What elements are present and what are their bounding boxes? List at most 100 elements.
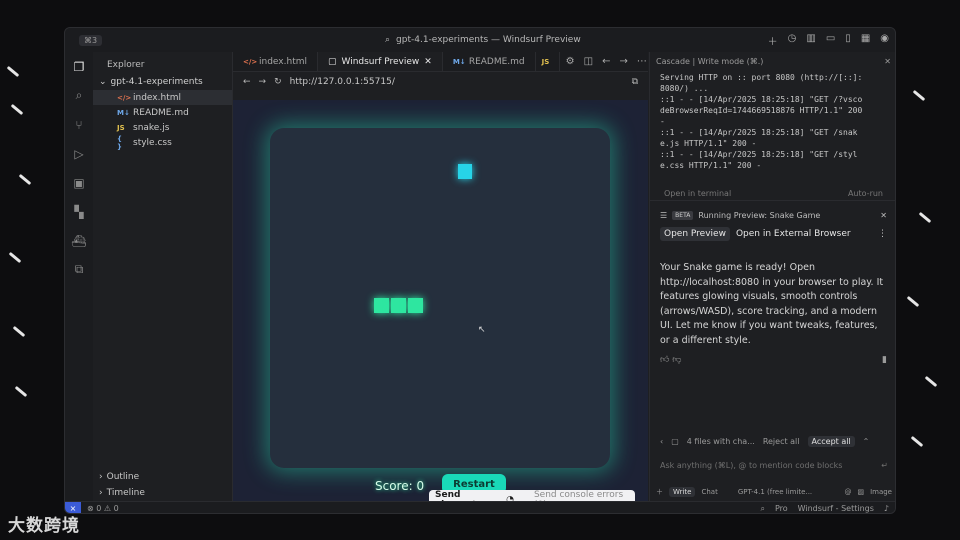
- files-changed[interactable]: 4 files with cha...: [687, 437, 755, 446]
- chat-input[interactable]: Ask anything (⌘L), @ to mention code blo…: [656, 455, 892, 479]
- close-icon[interactable]: ✕: [884, 57, 891, 66]
- command-center[interactable]: ⌕ gpt-4.1-experiments — Windsurf Preview: [385, 35, 581, 45]
- file-item-index[interactable]: </> index.html: [93, 90, 232, 105]
- ide-window: ⌘3 ⌕ gpt-4.1-experiments — Windsurf Prev…: [64, 27, 896, 514]
- activity-bar: ❐ ⌕ ⑂ ▷ ▣ ▚ ⛴ ⧉: [65, 52, 93, 501]
- window-badge: ⌘3: [79, 34, 103, 46]
- mode-chat-button[interactable]: Chat: [701, 488, 717, 496]
- plus-icon[interactable]: ＋: [768, 33, 778, 48]
- decor-dash: [10, 103, 24, 116]
- zoom-icon[interactable]: ⌕: [760, 504, 764, 514]
- reload-icon[interactable]: ↻: [274, 77, 282, 87]
- image-icon[interactable]: ▨: [857, 488, 864, 496]
- decor-dash: [906, 295, 920, 308]
- layout-sidebar-icon[interactable]: ▯: [845, 33, 851, 48]
- arrow-left-icon[interactable]: ←: [602, 56, 610, 67]
- chevron-right-icon: ›: [99, 488, 103, 498]
- thumbs-down-icon[interactable]: 👎︎: [672, 355, 681, 365]
- remote-icon[interactable]: ⨯: [65, 501, 81, 513]
- extensions-icon[interactable]: ▚: [65, 197, 93, 226]
- file-item-readme[interactable]: M↓ README.md: [93, 105, 232, 120]
- search-icon[interactable]: ⌕: [65, 81, 93, 110]
- chevron-up-icon[interactable]: ⌃: [863, 437, 870, 446]
- title-actions: ＋ ◷ ▥ ▭ ▯ ▦ ◉: [768, 33, 889, 48]
- explorer-title: Explorer: [107, 60, 145, 70]
- forward-icon[interactable]: →: [259, 77, 267, 87]
- run-debug-icon[interactable]: ▷: [65, 139, 93, 168]
- close-icon[interactable]: ✕: [880, 211, 887, 220]
- js-file-icon: JS: [541, 57, 550, 66]
- thumbs-up-icon[interactable]: 👍︎: [660, 355, 669, 365]
- markdown-file-icon: M↓: [452, 57, 466, 66]
- more-icon[interactable]: ⋯: [637, 56, 647, 67]
- gear-icon[interactable]: ⚙: [566, 56, 575, 67]
- tab-windsurf-preview[interactable]: ▢ Windsurf Preview ✕: [317, 52, 443, 71]
- files-icon[interactable]: ❐: [65, 52, 93, 81]
- url-input[interactable]: http://127.0.0.1:55715/: [290, 77, 624, 87]
- add-icon[interactable]: ＋: [656, 487, 663, 497]
- watermark-logo: 大数跨境: [8, 516, 80, 536]
- grid-icon[interactable]: ▦: [861, 33, 870, 48]
- editor-tabs: </> index.html ▢ Windsurf Preview ✕ M↓ R…: [233, 52, 648, 72]
- bell-icon[interactable]: ♪: [884, 504, 889, 513]
- game-board[interactable]: ↖: [270, 128, 610, 468]
- decor-dash: [910, 435, 924, 448]
- arrow-right-icon[interactable]: →: [619, 56, 627, 67]
- chevron-left-icon[interactable]: ‹: [660, 437, 663, 446]
- plan-badge[interactable]: Pro: [775, 504, 788, 513]
- open-external-browser-button[interactable]: Open in External Browser: [736, 229, 851, 239]
- markdown-file-icon: M↓: [117, 108, 130, 117]
- file-item-snake[interactable]: JS snake.js: [93, 120, 232, 135]
- image-button[interactable]: Image: [870, 488, 892, 496]
- folder-root[interactable]: ⌄ gpt-4.1-experiments: [93, 74, 232, 90]
- window-title: gpt-4.1-experiments — Windsurf Preview: [396, 35, 581, 45]
- outline-section[interactable]: › Outline: [93, 469, 233, 485]
- mode-write-button[interactable]: Write: [669, 487, 696, 497]
- mention-icon[interactable]: @: [844, 488, 851, 496]
- cascade-header: Cascade | Write mode (⌘.) ✕: [656, 56, 891, 66]
- mouse-cursor-icon: ↖: [478, 325, 486, 335]
- split-editor-icon[interactable]: ◫: [584, 56, 593, 67]
- close-icon[interactable]: ✕: [424, 57, 432, 67]
- reject-all-button[interactable]: Reject all: [763, 437, 800, 446]
- terminal-output: Serving HTTP on :: port 8080 (http://[::…: [660, 73, 863, 170]
- explorer-sidebar: Explorer ⌄ gpt-4.1-experiments </> index…: [93, 52, 233, 501]
- source-control-icon[interactable]: ⑂: [65, 110, 93, 139]
- cascade-panel: Cascade | Write mode (⌘.) ✕ Serving HTTP…: [649, 52, 895, 501]
- history-icon[interactable]: ◷: [788, 33, 797, 48]
- send-icon[interactable]: ↵: [881, 461, 888, 473]
- windsurf-settings[interactable]: Windsurf - Settings: [798, 504, 874, 513]
- assistant-message: Your Snake game is ready! Open http://lo…: [660, 262, 884, 346]
- file-icon: ▢: [671, 437, 679, 446]
- decor-dash: [12, 325, 26, 338]
- stats-icon[interactable]: ▮: [882, 355, 887, 365]
- timeline-section[interactable]: › Timeline: [93, 485, 233, 501]
- file-item-style[interactable]: { } style.css: [93, 135, 232, 151]
- decor-dash: [6, 65, 20, 78]
- tab-actions: ⚙ ◫ ← → ⋯: [566, 52, 647, 71]
- open-in-terminal-link[interactable]: Open in terminal: [664, 189, 731, 198]
- tab-readme[interactable]: M↓ README.md: [443, 52, 536, 71]
- chevron-right-icon: ›: [99, 472, 103, 482]
- problems-count[interactable]: ⊗ 0 ⚠ 0: [87, 504, 119, 513]
- book-icon[interactable]: ▥: [806, 33, 815, 48]
- accept-all-button[interactable]: Accept all: [807, 436, 855, 447]
- terminal-footer: Open in terminal Auto-run: [650, 187, 895, 201]
- running-preview-actions: Open Preview Open in External Browser ⋮: [650, 225, 895, 243]
- editor-area: </> index.html ▢ Windsurf Preview ✕ M↓ R…: [233, 52, 648, 510]
- open-external-icon[interactable]: ⧉: [632, 77, 638, 87]
- model-selector[interactable]: GPT-4.1 (free limite...: [738, 488, 812, 496]
- more-vertical-icon[interactable]: ⋮: [878, 229, 887, 239]
- back-icon[interactable]: ←: [243, 77, 251, 87]
- deploy-icon[interactable]: ⧉: [65, 255, 93, 284]
- tab-js[interactable]: JS: [536, 52, 560, 71]
- auto-run-dropdown[interactable]: Auto-run: [848, 189, 883, 198]
- layout-panel-icon[interactable]: ▭: [826, 33, 835, 48]
- tab-index-html[interactable]: </> index.html: [233, 52, 318, 71]
- chevron-down-icon: ⌄: [99, 77, 107, 87]
- snake-segment: [391, 298, 406, 313]
- remote-icon[interactable]: ▣: [65, 168, 93, 197]
- open-preview-button[interactable]: Open Preview: [660, 227, 730, 241]
- account-icon[interactable]: ◉: [880, 33, 889, 48]
- docker-icon[interactable]: ⛴: [65, 226, 93, 255]
